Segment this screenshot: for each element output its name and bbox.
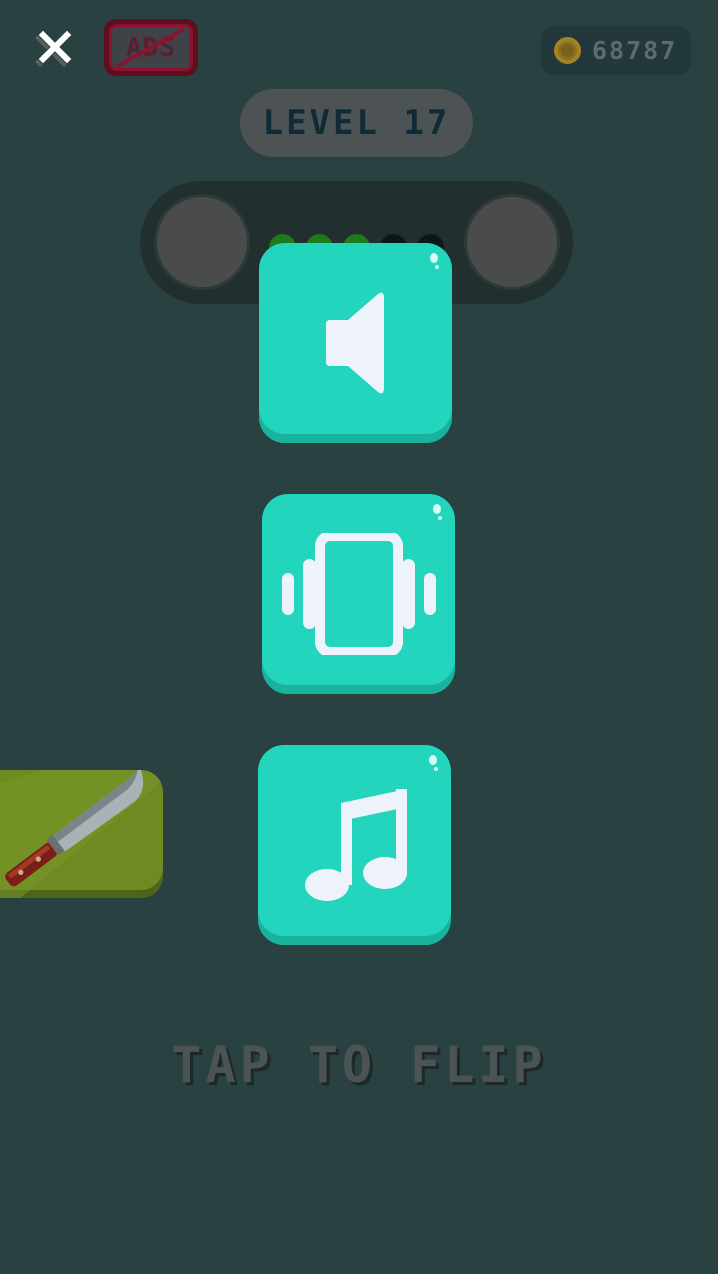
next-stage-circle (464, 194, 560, 290)
remove-ads-button[interactable]: ADS (104, 19, 198, 76)
close-button[interactable] (22, 20, 84, 76)
current-stage-circle (154, 194, 250, 290)
glint-icon (433, 504, 442, 520)
ads-badge-inner: ADS (109, 24, 193, 71)
music-note-icon (304, 789, 407, 901)
music-toggle-button[interactable] (258, 745, 451, 945)
coin-counter: 68787 (541, 26, 691, 75)
glint-icon (430, 253, 439, 269)
level-label: LEVEL 17 (262, 103, 451, 143)
knife-icon (0, 770, 163, 898)
sound-toggle-button[interactable] (259, 243, 452, 443)
coin-icon (554, 37, 581, 64)
vibrate-phone-icon (281, 533, 436, 655)
knife-select-card[interactable] (0, 770, 163, 898)
coin-count: 68787 (592, 36, 678, 65)
close-icon (35, 29, 73, 67)
no-ads-slash-icon (116, 27, 186, 68)
tap-to-flip-hint: TAP TO FLIP (171, 1036, 547, 1094)
level-indicator: LEVEL 17 (240, 89, 473, 157)
vibration-toggle-button[interactable] (262, 494, 455, 694)
glint-icon (429, 755, 438, 771)
speaker-icon (325, 292, 384, 394)
